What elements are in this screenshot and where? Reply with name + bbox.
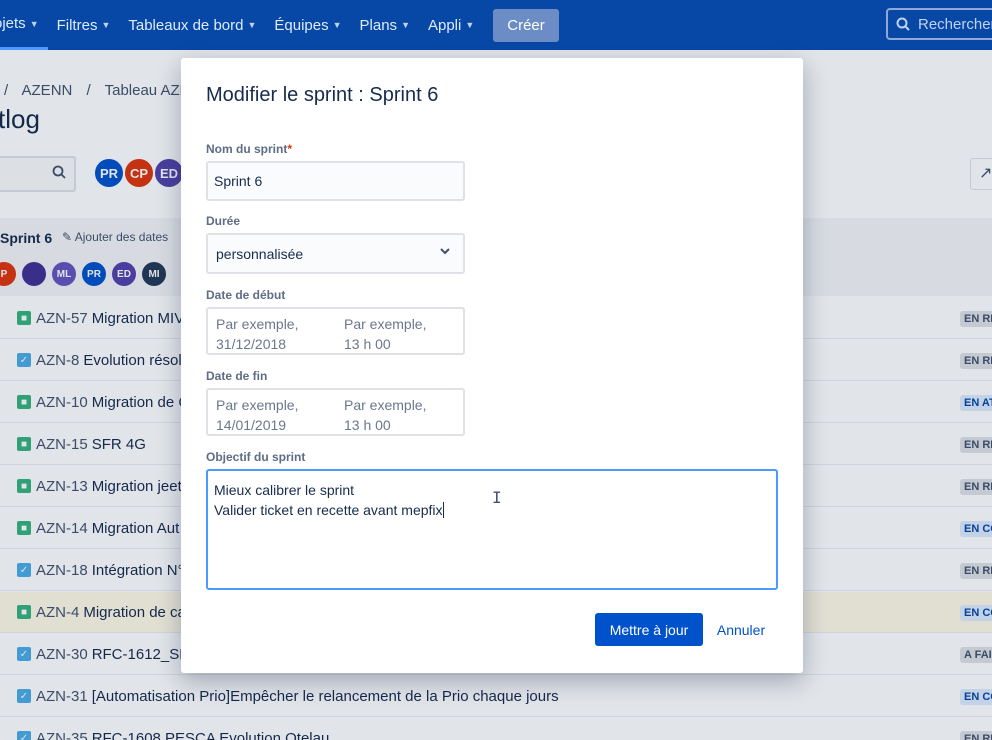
end-date-field[interactable]: Par exemple, 14/01/2019 Par exemple, 13 h …	[206, 388, 465, 436]
sprint-name-input[interactable]: Sprint 6	[206, 161, 465, 201]
cancel-button[interactable]: Annuler	[707, 613, 775, 646]
nav-plans[interactable]: Plans ▼	[351, 0, 419, 50]
placeholder-line: 14/01/2019	[216, 417, 287, 433]
start-date-field[interactable]: Par exemple, 31/12/2018 Par exemple, 13 h …	[206, 307, 465, 355]
start-time-input[interactable]: Par exemple, 13 h 00	[344, 314, 426, 354]
end-time-input[interactable]: Par exemple, 13 h 00	[344, 395, 426, 435]
placeholder-line: Par exemple,	[216, 316, 299, 332]
goal-line: Valider ticket en recette avant mepfix	[214, 502, 443, 518]
placeholder-line: Par exemple,	[344, 316, 427, 332]
nav-teams[interactable]: Équipes ▼	[265, 0, 350, 50]
search-icon	[896, 17, 910, 31]
chevron-down-icon: ▼	[247, 20, 257, 30]
placeholder-line: 31/12/2018	[216, 336, 287, 352]
nav-filters[interactable]: Filtres ▼	[48, 0, 120, 50]
nav-filters-label: Filtres	[56, 16, 98, 34]
nav-teams-label: Équipes	[274, 16, 329, 34]
nav-projects[interactable]: ojets▼	[0, 0, 48, 50]
nav-plans-label: Plans	[359, 16, 398, 34]
ibeam-cursor-icon: I	[492, 488, 502, 507]
duration-label: Durée	[206, 214, 241, 228]
nav-dashboards[interactable]: Tableaux de bord ▼	[119, 0, 265, 50]
dialog-title: Modifier le sprint : Sprint 6	[206, 84, 439, 106]
duration-select[interactable]: personnalisée	[206, 233, 465, 274]
update-button[interactable]: Mettre à jour	[595, 613, 703, 646]
start-date-label: Date de début	[206, 288, 286, 302]
required-marker: *	[287, 142, 292, 156]
placeholder-line: Par exemple,	[344, 397, 427, 413]
duration-value: personnalisée	[216, 246, 304, 262]
search-input[interactable]: Rechercher	[886, 8, 992, 40]
create-button[interactable]: Créer	[493, 8, 559, 42]
nav-projects-label: ojets	[0, 15, 26, 32]
sprint-name-label-text: Nom du sprint	[206, 142, 288, 156]
start-date-input[interactable]: Par exemple, 31/12/2018	[216, 314, 298, 354]
nav-dashboards-label: Tableaux de bord	[128, 16, 244, 34]
end-date-input[interactable]: Par exemple, 14/01/2019	[216, 395, 298, 435]
placeholder-line: 13 h 00	[344, 336, 391, 352]
edit-sprint-dialog: Modifier le sprint : Sprint 6 Nom du spr…	[181, 58, 803, 673]
chevron-down-icon	[439, 245, 451, 260]
search-placeholder: Rechercher	[918, 15, 992, 33]
placeholder-line: Par exemple,	[216, 397, 299, 413]
sprint-goal-label: Objectif du sprint	[206, 450, 306, 464]
nav-apps[interactable]: Appli ▼	[419, 0, 483, 50]
end-date-label: Date de fin	[206, 369, 268, 383]
chevron-down-icon: ▼	[401, 20, 410, 30]
placeholder-line: 13 h 00	[344, 417, 391, 433]
top-navigation: ojets▼ Filtres▼ Tableaux de bord▼ Équipe…	[0, 0, 992, 50]
chevron-down-icon: ▼	[29, 18, 39, 29]
text-caret	[442, 502, 444, 518]
chevron-down-icon: ▼	[332, 20, 342, 30]
chevron-down-icon: ▼	[101, 20, 111, 30]
sprint-name-label: Nom du sprint*	[206, 142, 292, 156]
chevron-down-icon: ▼	[465, 20, 475, 30]
nav-apps-label: Appli	[427, 16, 462, 34]
